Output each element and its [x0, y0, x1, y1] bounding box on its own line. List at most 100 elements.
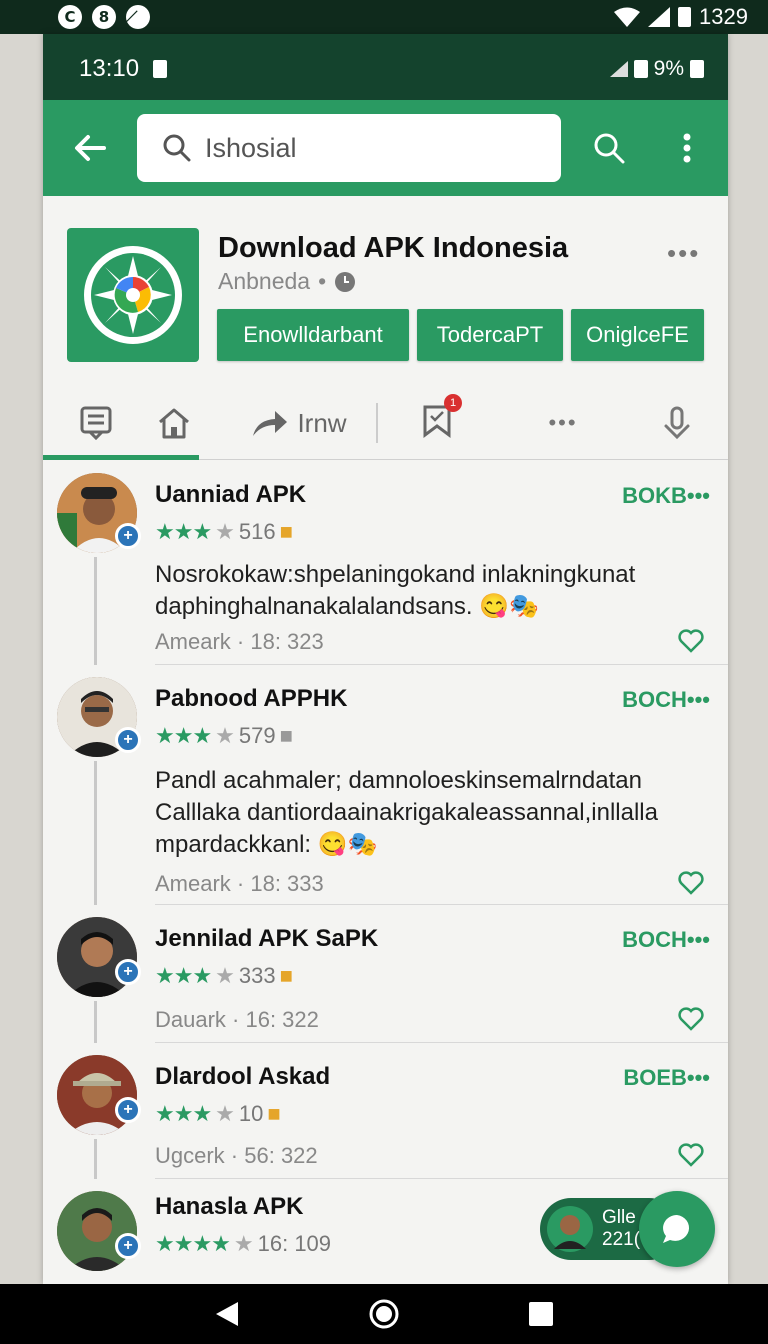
item-badge-button[interactable]: BOEB•••	[623, 1065, 710, 1091]
star-empty-icon: ★	[215, 723, 235, 748]
chip-button-2[interactable]: TodercaPT	[417, 309, 563, 361]
system-status-bar: C 8 ̸ 1329	[0, 0, 768, 34]
thread-line	[94, 1001, 97, 1043]
list-item[interactable]: + Jennilad APK SaPK ★★★ ★ 333 ■ BOCH••• D…	[57, 905, 728, 1043]
item-meta: Ameark · 18: 323	[155, 629, 324, 654]
tab-download[interactable]	[657, 386, 697, 460]
item-badge-button[interactable]: BOCH•••	[622, 687, 710, 713]
star-empty-icon: ★	[215, 963, 235, 988]
chat-fab-button[interactable]	[639, 1191, 715, 1267]
notification-c-icon: C	[58, 5, 82, 29]
system-navigation-bar	[0, 1284, 768, 1344]
chat-preview-line2: 221(	[602, 1229, 641, 1250]
nav-back-button[interactable]	[214, 1300, 240, 1328]
avatar[interactable]	[57, 1055, 137, 1135]
tab-bookmarks[interactable]: 1	[415, 386, 462, 460]
rating: ★★★ ★ 10 ■	[155, 1101, 281, 1127]
follow-plus-icon[interactable]: +	[115, 959, 141, 985]
signal-icon	[609, 61, 628, 77]
item-title: Jennilad APK SaPK	[155, 925, 379, 952]
list-item[interactable]: + Pabnood APPHK ★★★ ★ 579 ■ BOCH••• Pandl…	[57, 665, 728, 905]
star-rating-icon: ★★★	[155, 963, 212, 988]
system-time: 1329	[699, 4, 748, 29]
item-meta: Ameark · 18: 333	[155, 871, 324, 896]
item-title: Hanasla APK	[155, 1193, 304, 1220]
app-header: Download APK Indonesia Anbneda • ••• Eno…	[43, 196, 728, 386]
thread-line	[94, 557, 97, 665]
rating-count: 16: 109	[257, 1231, 332, 1256]
action-chips: Enowlldarbant TodercaPT OniglceFE	[217, 309, 704, 361]
gift-icon: ■	[279, 963, 293, 988]
rating-count: 516	[238, 519, 276, 544]
list-item[interactable]: + Dlardool Askad ★★★ ★ 10 ■ BOEB••• Ugcer…	[57, 1043, 728, 1179]
rating: ★★★ ★ 333 ■	[155, 963, 293, 989]
device-status-bar: 13:10 9%	[43, 34, 728, 104]
rating: ★★★ ★ 516 ■	[155, 519, 293, 545]
heart-icon[interactable]	[678, 871, 704, 895]
battery-percent: 9%	[653, 57, 684, 80]
item-title: Pabnood APPHK	[155, 685, 348, 712]
avatar[interactable]	[57, 1191, 137, 1271]
rating-count: 579	[238, 723, 276, 748]
home-icon	[159, 408, 189, 439]
separator-dot: •	[318, 268, 327, 294]
search-input[interactable]: Ishosial	[137, 114, 561, 182]
developer-name[interactable]: Anbneda	[218, 268, 310, 295]
nav-home-button[interactable]	[368, 1298, 400, 1330]
star-rating-icon: ★★★	[155, 1101, 212, 1126]
heart-icon[interactable]	[678, 629, 704, 653]
star-rating-icon: ★★★	[155, 723, 212, 748]
tab-list[interactable]	[71, 386, 121, 460]
list-item[interactable]: + Uanniad APK ★★★ ★ 516 ■ BOKB••• Nosroko…	[57, 461, 728, 665]
back-button[interactable]	[43, 100, 137, 196]
overflow-menu-button[interactable]	[657, 100, 717, 196]
rating: ★★★★ ★ 16: 109	[155, 1231, 331, 1257]
star-rating-icon: ★★★	[155, 519, 212, 544]
thread-line	[94, 761, 97, 905]
search-button[interactable]	[561, 100, 657, 196]
nav-recents-button[interactable]	[528, 1301, 554, 1327]
search-icon	[594, 133, 625, 164]
review-list: + Uanniad APK ★★★ ★ 516 ■ BOKB••• Nosroko…	[43, 461, 728, 1284]
battery-icon	[678, 7, 692, 27]
avatar[interactable]	[57, 917, 137, 997]
heart-icon[interactable]	[678, 1143, 704, 1167]
star-empty-icon: ★	[233, 1231, 254, 1256]
item-meta: Ugcerk · 56: 322	[155, 1143, 318, 1168]
follow-plus-icon[interactable]: +	[115, 523, 141, 549]
tab-bar: Irnw 1 •••	[43, 386, 728, 460]
star-empty-icon: ★	[215, 1101, 235, 1126]
item-title: Dlardool Askad	[155, 1063, 331, 1090]
star-rating-icon: ★★★★	[155, 1231, 231, 1256]
search-icon	[163, 134, 191, 162]
item-meta: Dauark · 16: 322	[155, 1007, 319, 1032]
search-query: Ishosial	[205, 132, 297, 163]
rating-count: 10	[238, 1101, 264, 1126]
follow-plus-icon[interactable]: +	[115, 1233, 141, 1259]
tab-share[interactable]: Irnw	[239, 386, 359, 460]
tab-more[interactable]: •••	[539, 386, 587, 460]
wifi-icon	[614, 7, 641, 27]
app-bar: Ishosial	[43, 100, 728, 196]
chat-avatar	[547, 1206, 593, 1252]
signal-icon	[648, 7, 671, 27]
notification-8-icon: 8	[92, 5, 116, 29]
heart-icon[interactable]	[678, 1007, 704, 1031]
item-badge-button[interactable]: BOKB•••	[622, 483, 710, 509]
header-more-button[interactable]: •••	[667, 238, 700, 269]
chrome-logo-icon	[84, 246, 182, 344]
list-icon	[80, 406, 112, 440]
app-title: Download APK Indonesia	[218, 232, 569, 264]
item-body: Nosrokokaw:shpelaningokand inlakningkuna…	[155, 561, 636, 620]
thread-line	[94, 1139, 97, 1179]
item-badge-button[interactable]: BOCH•••	[622, 927, 710, 953]
tab-home[interactable]	[149, 386, 199, 460]
arrow-left-icon	[75, 135, 106, 161]
gift-icon: ■	[279, 723, 293, 748]
follow-plus-icon[interactable]: +	[115, 727, 141, 753]
clock-icon	[335, 271, 356, 292]
follow-plus-icon[interactable]: +	[115, 1097, 141, 1123]
sim-icon	[153, 60, 168, 78]
chip-button-3[interactable]: OniglceFE	[571, 309, 704, 361]
chip-button-1[interactable]: Enowlldarbant	[217, 309, 409, 361]
